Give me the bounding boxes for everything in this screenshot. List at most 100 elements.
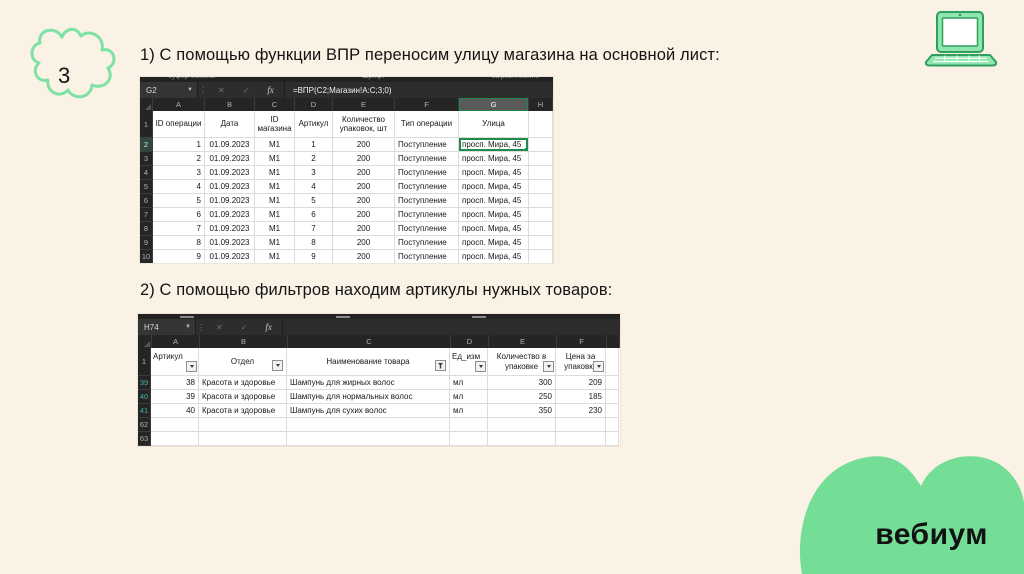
row-number[interactable]: 1	[140, 111, 153, 138]
cell[interactable]	[529, 208, 553, 222]
cell[interactable]: 200	[333, 208, 395, 222]
cell[interactable]: 01.09.2023	[205, 166, 255, 180]
cell[interactable]: 4	[295, 180, 333, 194]
cancel-icon[interactable]: ✕	[218, 86, 225, 95]
cell[interactable]	[151, 432, 199, 446]
cell[interactable]: просп. Мира, 45	[459, 166, 529, 180]
cell[interactable]: 39	[151, 390, 199, 404]
cell[interactable]	[606, 418, 619, 432]
cell[interactable]: 9	[295, 250, 333, 263]
column-header[interactable]: F	[395, 98, 459, 111]
cell[interactable]: Поступление	[395, 194, 459, 208]
cell[interactable]: просп. Мира, 45	[459, 250, 529, 263]
cell[interactable]: 200	[333, 222, 395, 236]
cell[interactable]: 250	[488, 390, 556, 404]
row-number[interactable]: 10	[140, 250, 153, 263]
cell[interactable]: просп. Мира, 45	[459, 208, 529, 222]
cell[interactable]: Поступление	[395, 138, 459, 152]
cell[interactable]: Шампунь для жирных волос	[287, 376, 450, 390]
header-cell[interactable]: Количество в упаковке	[488, 348, 556, 376]
cell[interactable]: Поступление	[395, 236, 459, 250]
cell[interactable]: М1	[255, 250, 295, 263]
cell[interactable]: 7	[295, 222, 333, 236]
cell[interactable]: 40	[151, 404, 199, 418]
cell[interactable]: 1	[295, 138, 333, 152]
row-number[interactable]: 7	[140, 208, 153, 222]
row-number[interactable]: 2	[140, 138, 153, 152]
cell[interactable]: Поступление	[395, 250, 459, 263]
column-header[interactable]: D	[451, 335, 489, 348]
cell[interactable]	[199, 432, 287, 446]
header-cell[interactable]: Тип операции	[395, 111, 459, 138]
cell[interactable]	[529, 236, 553, 250]
header-cell[interactable]: Дата	[205, 111, 255, 138]
cell[interactable]: просп. Мира, 45	[459, 222, 529, 236]
cell[interactable]: Поступление	[395, 152, 459, 166]
cell[interactable]	[606, 404, 619, 418]
column-header[interactable]: A	[152, 335, 200, 348]
filter-dropdown-button[interactable]	[272, 360, 283, 371]
cell[interactable]	[556, 418, 606, 432]
cell[interactable]	[488, 418, 556, 432]
cell[interactable]	[287, 432, 450, 446]
header-cell[interactable]: ID операции	[153, 111, 205, 138]
cell[interactable]: мл	[450, 390, 488, 404]
cell[interactable]: 38	[151, 376, 199, 390]
cell[interactable]: Поступление	[395, 208, 459, 222]
cell[interactable]: 200	[333, 194, 395, 208]
cell[interactable]: 01.09.2023	[205, 180, 255, 194]
header-cell[interactable]: Наименование товара	[287, 348, 450, 376]
cell[interactable]: 01.09.2023	[205, 208, 255, 222]
cell[interactable]: Шампунь для нормальных волос	[287, 390, 450, 404]
cell[interactable]: 200	[333, 152, 395, 166]
cell[interactable]: Красота и здоровье	[199, 376, 287, 390]
cell[interactable]: просп. Мира, 45	[459, 180, 529, 194]
column-header[interactable]: A	[153, 98, 205, 111]
cell[interactable]: 01.09.2023	[205, 152, 255, 166]
cell[interactable]	[199, 418, 287, 432]
cell[interactable]: 200	[333, 166, 395, 180]
cell[interactable]: 200	[333, 180, 395, 194]
row-number[interactable]: 9	[140, 236, 153, 250]
cell[interactable]: 01.09.2023	[205, 250, 255, 263]
cell[interactable]: Поступление	[395, 222, 459, 236]
cell[interactable]: 01.09.2023	[205, 138, 255, 152]
header-cell[interactable]	[529, 111, 553, 138]
row-number[interactable]: 3	[140, 152, 153, 166]
cell[interactable]	[606, 390, 619, 404]
cell[interactable]: 01.09.2023	[205, 194, 255, 208]
cell[interactable]	[606, 432, 619, 446]
header-cell[interactable]: Артикул	[151, 348, 199, 376]
cell[interactable]: 5	[153, 194, 205, 208]
row-number[interactable]: 62	[138, 418, 151, 432]
confirm-icon[interactable]: ✓	[243, 86, 250, 95]
cell[interactable]	[529, 250, 553, 263]
formula-input[interactable]: =ВПР(C2;Магазин!A:C;3;0)	[285, 82, 553, 98]
row-number[interactable]: 5	[140, 180, 153, 194]
cell[interactable]: просп. Мира, 45	[459, 152, 529, 166]
cell[interactable]: М1	[255, 180, 295, 194]
cell[interactable]: 3	[153, 166, 205, 180]
cell[interactable]	[450, 432, 488, 446]
cell[interactable]: 01.09.2023	[205, 236, 255, 250]
row-number[interactable]: 6	[140, 194, 153, 208]
cell[interactable]: 2	[295, 152, 333, 166]
cell[interactable]: М1	[255, 152, 295, 166]
row-number-filtered[interactable]: 40	[138, 390, 151, 404]
formula-input[interactable]	[283, 319, 620, 335]
column-header[interactable]: B	[200, 335, 288, 348]
row-number-filtered[interactable]: 41	[138, 404, 151, 418]
cell[interactable]: 200	[333, 250, 395, 263]
select-all-corner[interactable]	[138, 335, 152, 348]
cell[interactable]: 6	[295, 208, 333, 222]
column-header[interactable]: D	[295, 98, 333, 111]
cell[interactable]: М1	[255, 194, 295, 208]
cell[interactable]	[529, 166, 553, 180]
cell[interactable]: 7	[153, 222, 205, 236]
column-header[interactable]: E	[489, 335, 557, 348]
insert-function-icon[interactable]: fx	[267, 85, 274, 95]
cell[interactable]	[529, 138, 553, 152]
cell[interactable]: 3	[295, 166, 333, 180]
cell[interactable]	[556, 432, 606, 446]
header-cell[interactable]	[606, 348, 619, 376]
